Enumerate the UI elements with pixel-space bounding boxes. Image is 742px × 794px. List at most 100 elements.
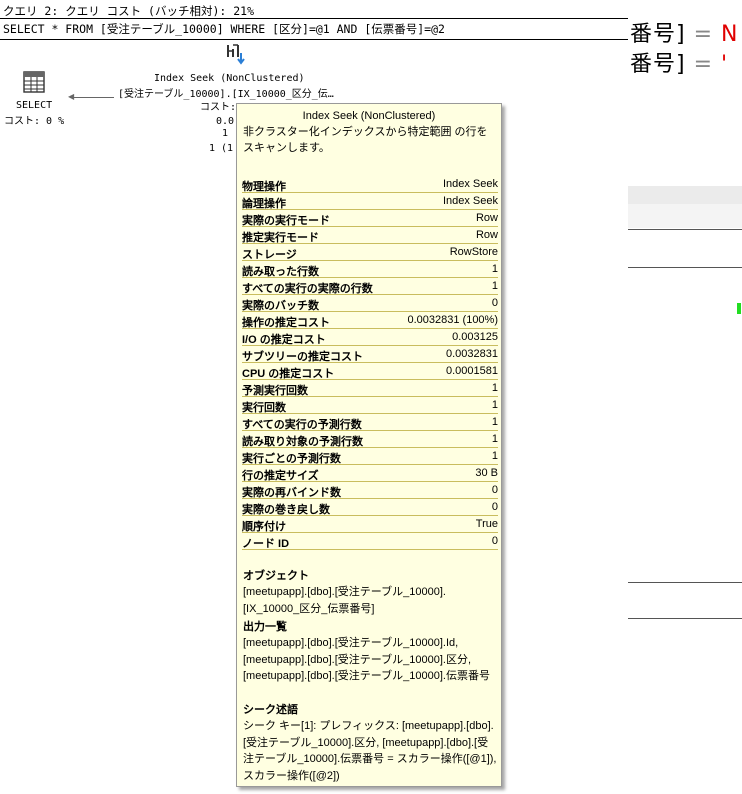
- property-name: 実際の再バインド数: [242, 487, 341, 499]
- property-value: 0.003125: [452, 331, 498, 343]
- tooltip-description: 非クラスター化インデックスから特定範囲 の行をスキャンします。: [243, 126, 488, 154]
- property-row: ノード ID 0: [242, 533, 498, 550]
- property-value: 1: [491, 416, 498, 428]
- property-value: Row: [475, 229, 498, 241]
- query-header: クエリ 2: クエリ コスト (バッチ相対): 21% SELECT * FRO…: [0, 0, 628, 40]
- property-value: 0: [491, 484, 498, 496]
- property-value: 1: [491, 450, 498, 462]
- seek-node-title: Index Seek (NonClustered): [154, 73, 305, 84]
- editor-line-2-value: ': [721, 52, 729, 77]
- property-value: True: [475, 518, 498, 530]
- property-name: 実際の実行モード: [242, 215, 330, 227]
- editor-line-1: 番号] = N: [630, 16, 738, 48]
- property-row: すべての実行の予測行数 1: [242, 414, 498, 431]
- property-value: 1: [491, 399, 498, 411]
- output-section-text: [meetupapp].[dbo].[受注テーブル_10000].Id, [me…: [243, 637, 490, 682]
- property-row: 実際の巻き戻し数 0: [242, 499, 498, 516]
- header-bottom-border: [0, 39, 628, 40]
- property-row: 行の推定サイズ 30 B: [242, 465, 498, 482]
- results-divider-4: [628, 618, 742, 619]
- query-sql-text[interactable]: SELECT * FROM [受注テーブル_10000] WHERE [区分]=…: [3, 21, 445, 37]
- property-row: 予測実行回数 1: [242, 380, 498, 397]
- seek-node-estimate: 1 (1: [209, 143, 234, 154]
- property-name: 物理操作: [242, 181, 286, 193]
- property-name: 順序付け: [242, 521, 286, 533]
- property-value: RowStore: [449, 246, 498, 258]
- property-name: I/O の推定コスト: [242, 334, 326, 346]
- property-row: 順序付け True: [242, 516, 498, 533]
- header-divider: [0, 18, 628, 19]
- property-value: 0: [491, 501, 498, 513]
- editor-pane[interactable]: 番号] = N 番号] = ': [628, 0, 742, 794]
- property-row: CPU の推定コスト 0.0001581: [242, 363, 498, 380]
- results-divider-2: [628, 267, 742, 268]
- connector-arrow-icon: ◀: [68, 92, 75, 101]
- property-value: 1: [491, 433, 498, 445]
- property-row: 推定実行モード Row: [242, 227, 498, 244]
- tooltip-property-list: 物理操作 Index Seek 論理操作 Index Seek 実際の実行モード Row 推…: [242, 176, 498, 550]
- results-row-band: [628, 204, 742, 228]
- property-value: 0: [491, 535, 498, 547]
- property-row: 読み取った行数 1: [242, 261, 498, 278]
- property-row: 実行ごとの予測行数 1: [242, 448, 498, 465]
- output-section-heading: 出力一覧: [243, 621, 287, 633]
- seek-predicate-heading: シーク述語: [243, 704, 298, 716]
- object-section-heading: オブジェクト: [243, 570, 309, 582]
- property-row: サブツリーの推定コスト 0.0032831: [242, 346, 498, 363]
- green-marker: [737, 303, 741, 314]
- tooltip-title: Index Seek (NonClustered): [302, 110, 436, 122]
- property-row: すべての実行の実際の行数 1: [242, 278, 498, 295]
- property-value: 1: [491, 382, 498, 394]
- property-row: 実際のバッチ数 0: [242, 295, 498, 312]
- property-name: 予測実行回数: [242, 385, 308, 397]
- property-name: 操作の推定コスト: [242, 317, 330, 329]
- property-name: ノード ID: [242, 538, 290, 550]
- property-name: 読み取った行数: [242, 266, 319, 278]
- property-row: I/O の推定コスト 0.003125: [242, 329, 498, 346]
- seek-predicate-text: シーク キー[1]: プレフィックス: [meetupapp].[dbo].[受…: [243, 720, 497, 782]
- property-name: 実際のバッチ数: [242, 300, 319, 312]
- object-section-text: [meetupapp].[dbo].[受注テーブル_10000].[IX_100…: [243, 586, 446, 615]
- property-name: 実際の巻き戻し数: [242, 504, 330, 516]
- property-name: 実行ごとの予測行数: [242, 453, 341, 465]
- property-row: 実際の実行モード Row: [242, 210, 498, 227]
- editor-line-2: 番号] = ': [630, 46, 728, 78]
- table-grid-icon: [23, 71, 45, 93]
- property-value: Index Seek: [442, 195, 498, 207]
- editor-line-1-text: 番号]: [630, 22, 686, 47]
- select-node-cost: コスト: 0 %: [4, 116, 65, 127]
- property-value: 30 B: [475, 467, 498, 479]
- results-header-band: [628, 186, 742, 204]
- property-name: ストレージ: [242, 249, 297, 261]
- property-value: 0: [491, 297, 498, 309]
- plan-connector-line: [70, 97, 114, 98]
- property-name: 行の推定サイズ: [242, 470, 319, 482]
- select-node-label: SELECT: [16, 100, 53, 111]
- property-value: 0.0032831: [446, 348, 498, 360]
- property-name: すべての実行の実際の行数: [242, 283, 373, 295]
- property-row: ストレージ RowStore: [242, 244, 498, 261]
- property-name: 読み取り対象の予測行数: [242, 436, 363, 448]
- property-name: 実行回数: [242, 402, 286, 414]
- editor-line-1-op: =: [685, 22, 722, 47]
- property-row: 物理操作 Index Seek: [242, 176, 498, 193]
- seek-node-rows: 1: [222, 128, 229, 139]
- property-value: 1: [491, 280, 498, 292]
- property-value: 0.0001581: [446, 365, 498, 377]
- query-title: クエリ 2: クエリ コスト (バッチ相対): 21%: [3, 4, 255, 18]
- property-row: 実際の再バインド数 0: [242, 482, 498, 499]
- property-row: 読み取り対象の予測行数 1: [242, 431, 498, 448]
- index-seek-icon[interactable]: [224, 42, 248, 68]
- property-name: 論理操作: [242, 198, 286, 210]
- property-value: 1: [491, 263, 498, 275]
- property-name: すべての実行の予測行数: [242, 419, 362, 431]
- property-name: サブツリーの推定コスト: [242, 351, 363, 363]
- property-value: 0.0032831 (100%): [407, 314, 498, 326]
- operator-tooltip: Index Seek (NonClustered) 非クラスター化インデックスか…: [236, 103, 502, 787]
- property-name: CPU の推定コスト: [242, 368, 335, 380]
- property-row: 論理操作 Index Seek: [242, 193, 498, 210]
- property-name: 推定実行モード: [242, 232, 319, 244]
- seek-node-time: 0.0: [216, 116, 235, 127]
- property-value: Row: [475, 212, 498, 224]
- editor-line-2-op: =: [685, 52, 722, 77]
